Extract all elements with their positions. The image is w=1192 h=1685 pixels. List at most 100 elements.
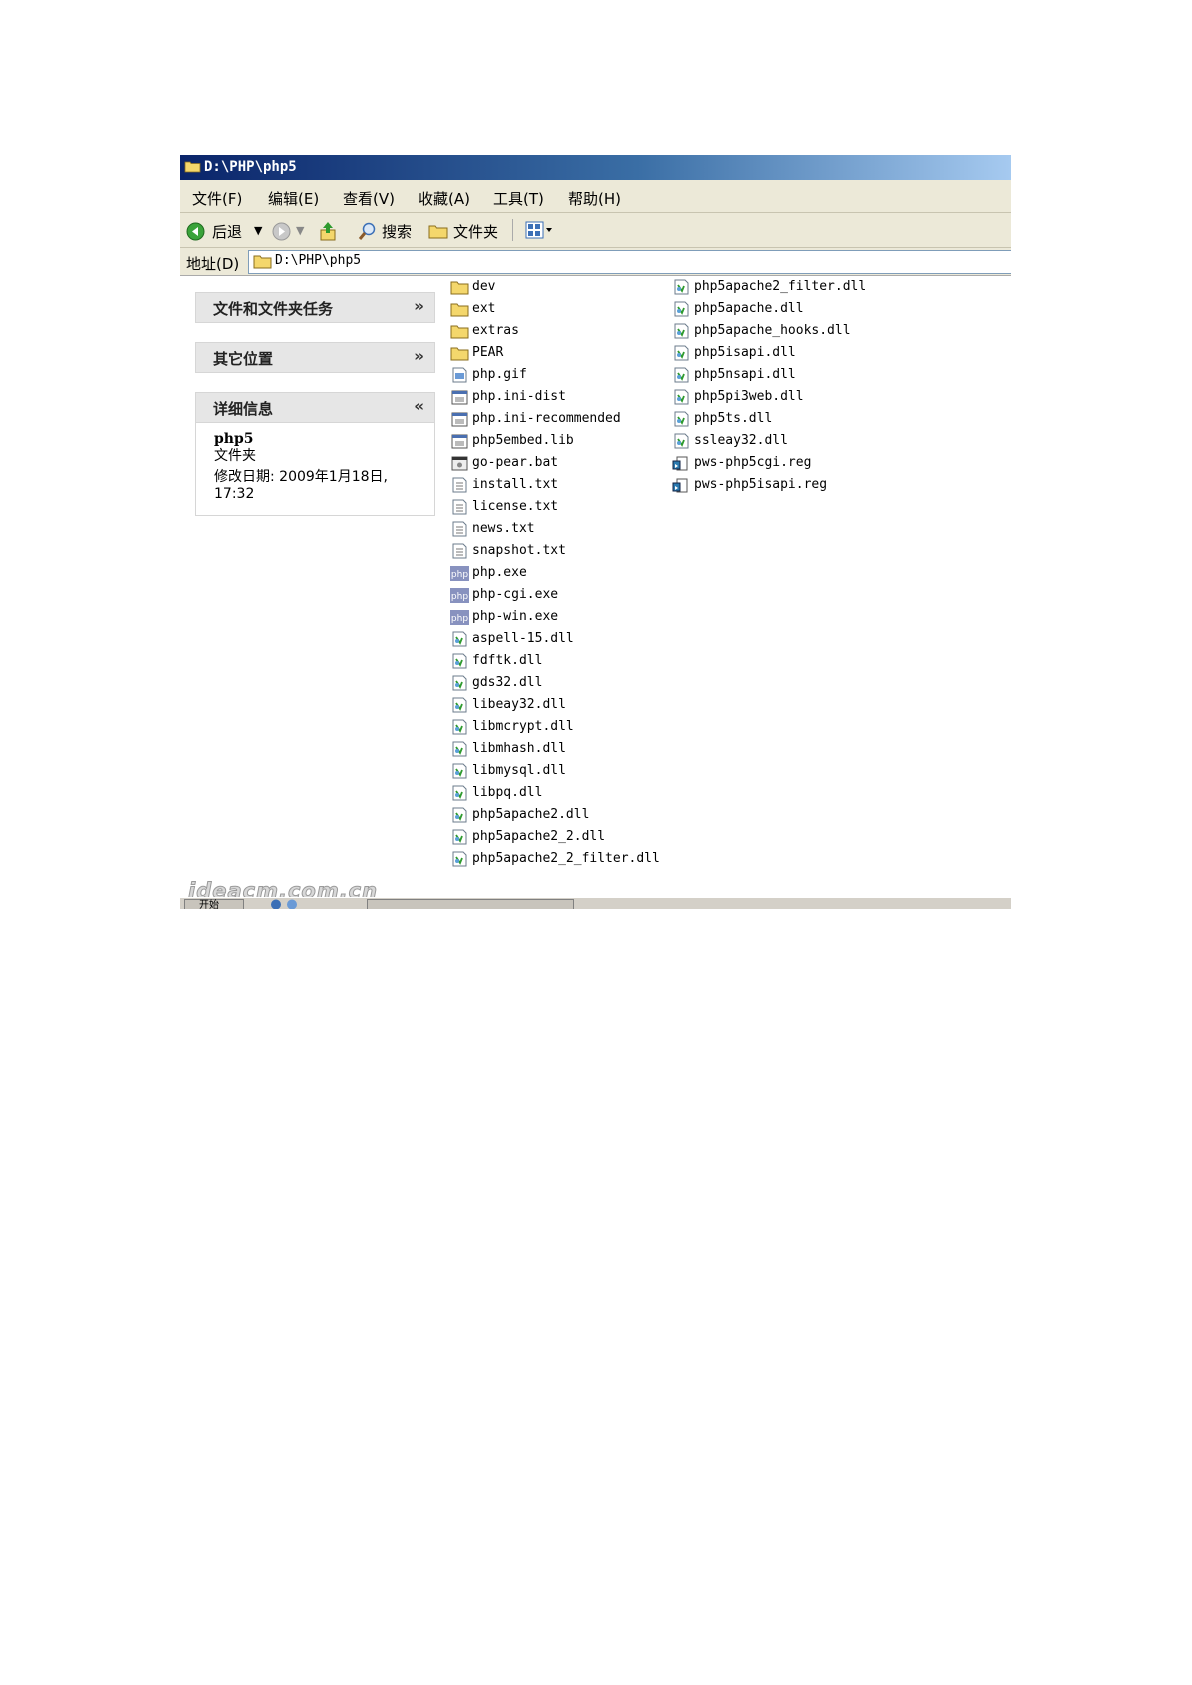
file-view: 文件和文件夹任务 » 其它位置 » 详细信息 « php5 文件夹 修改日期: 200… xyxy=(180,276,1011,897)
menu-file[interactable]: 文件(F) xyxy=(192,188,242,209)
file-name: php-win.exe xyxy=(472,609,559,624)
dll-file-icon xyxy=(674,301,689,317)
svg-text:php: php xyxy=(451,592,468,602)
file-name: php5isapi.dll xyxy=(694,345,796,360)
panel-title: 文件和文件夹任务 xyxy=(213,300,334,318)
details-modified-value: 2009年1月18日, xyxy=(279,469,388,485)
dll-file-icon xyxy=(674,323,689,339)
start-label: 开始 xyxy=(199,900,219,909)
file-name: snapshot.txt xyxy=(472,543,566,558)
file-name: go-pear.bat xyxy=(472,455,559,470)
file-name: php.gif xyxy=(472,367,527,382)
panel-title: 详细信息 xyxy=(213,400,274,418)
dll-file-icon xyxy=(452,741,467,757)
php-exe-icon: php xyxy=(450,588,469,603)
settings-file-icon xyxy=(451,412,468,427)
file-name: ssleay32.dll xyxy=(694,433,788,448)
registry-file-icon xyxy=(672,478,688,493)
file-name: php-cgi.exe xyxy=(472,587,559,602)
file-name: php5apache2.dll xyxy=(472,807,590,822)
svg-text:php: php xyxy=(451,614,468,624)
chevron-up-icon[interactable]: « xyxy=(414,397,424,415)
menu-help[interactable]: 帮助(H) xyxy=(568,188,621,209)
file-name: news.txt xyxy=(472,521,535,536)
panel-file-tasks[interactable]: 文件和文件夹任务 » xyxy=(195,292,435,323)
details-body: php5 文件夹 修改日期: 2009年1月18日, 17:32 xyxy=(195,423,435,516)
explorer-window: D:\PHP\php5 文件(F) 编辑(E) 查看(V) 收藏(A) 工具(T… xyxy=(180,155,1011,909)
folders-button[interactable]: 文件夹 xyxy=(453,221,498,242)
php-exe-icon: php xyxy=(450,610,469,625)
back-button[interactable]: 后退 xyxy=(212,221,242,242)
file-name: libmhash.dll xyxy=(472,741,566,756)
details-modified-label: 修改日期: xyxy=(214,469,275,485)
folder-icon xyxy=(450,303,469,317)
folders-icon xyxy=(428,225,448,239)
views-icon[interactable] xyxy=(525,221,553,239)
desktop-icon[interactable] xyxy=(286,899,298,909)
menu-tools[interactable]: 工具(T) xyxy=(493,188,544,209)
back-dropdown-arrow-icon[interactable]: ▼ xyxy=(254,224,262,237)
folder-icon xyxy=(450,281,469,295)
dll-file-icon xyxy=(674,279,689,295)
menu-view[interactable]: 查看(V) xyxy=(343,188,395,209)
title-bar[interactable]: D:\PHP\php5 xyxy=(180,155,1011,180)
address-label: 地址(D) xyxy=(186,255,240,273)
dll-file-icon xyxy=(452,763,467,779)
forward-dropdown-arrow-icon[interactable]: ▼ xyxy=(296,224,304,237)
folder-icon xyxy=(450,325,469,339)
back-arrow-icon xyxy=(186,222,205,241)
details-type: 文件夹 xyxy=(214,448,256,464)
folder-icon xyxy=(184,161,201,173)
folder-icon xyxy=(253,255,272,269)
settings-file-icon xyxy=(451,390,468,405)
file-name: php5nsapi.dll xyxy=(694,367,796,382)
toolbar: 后退 ▼ ▼ 搜索 文件夹 xyxy=(180,213,1011,248)
search-button[interactable]: 搜索 xyxy=(382,221,412,242)
address-input[interactable]: D:\PHP\php5 xyxy=(248,250,1011,274)
dll-file-icon xyxy=(674,367,689,383)
file-name: fdftk.dll xyxy=(472,653,543,668)
batch-file-icon xyxy=(451,456,468,471)
ie-icon[interactable] xyxy=(270,899,282,909)
menu-favorites[interactable]: 收藏(A) xyxy=(418,188,470,209)
dll-file-icon xyxy=(452,851,467,867)
menu-edit[interactable]: 编辑(E) xyxy=(268,188,319,209)
panel-other-places[interactable]: 其它位置 » xyxy=(195,342,435,373)
dll-file-icon xyxy=(452,631,467,647)
taskbar: 开始 xyxy=(180,897,1011,909)
forward-arrow-icon[interactable] xyxy=(272,222,291,241)
file-name: pws-php5isapi.reg xyxy=(694,477,828,492)
menu-bar: 文件(F) 编辑(E) 查看(V) 收藏(A) 工具(T) 帮助(H) xyxy=(180,180,1011,213)
file-name: php5embed.lib xyxy=(472,433,574,448)
taskbar-window-button[interactable] xyxy=(367,899,574,909)
chevron-down-icon[interactable]: » xyxy=(414,297,424,315)
registry-file-icon xyxy=(672,456,688,471)
settings-file-icon xyxy=(451,434,468,449)
image-file-icon xyxy=(452,367,467,383)
file-name: php.exe xyxy=(472,565,527,580)
details-name: php5 xyxy=(214,431,254,447)
php-exe-icon: php xyxy=(450,566,469,581)
file-name: libpq.dll xyxy=(472,785,543,800)
dll-file-icon xyxy=(452,719,467,735)
panel-details[interactable]: 详细信息 « php5 文件夹 修改日期: 2009年1月18日, 17:32 xyxy=(195,392,435,516)
file-name: php5ts.dll xyxy=(694,411,773,426)
dll-file-icon xyxy=(452,653,467,669)
file-name: php5apache2_2_filter.dll xyxy=(472,851,660,866)
file-name: php5apache2_2.dll xyxy=(472,829,606,844)
folder-icon xyxy=(450,347,469,361)
dll-file-icon xyxy=(452,697,467,713)
chevron-down-icon[interactable]: » xyxy=(414,347,424,365)
start-button[interactable]: 开始 xyxy=(184,899,244,909)
file-name: php5apache_hooks.dll xyxy=(694,323,851,338)
window-title: D:\PHP\php5 xyxy=(204,159,297,175)
up-folder-icon[interactable] xyxy=(318,220,338,242)
text-file-icon xyxy=(452,543,467,559)
file-name: aspell-15.dll xyxy=(472,631,574,646)
file-name: php5apache2_filter.dll xyxy=(694,279,867,294)
dll-file-icon xyxy=(452,785,467,801)
file-name: php5pi3web.dll xyxy=(694,389,804,404)
file-name: pws-php5cgi.reg xyxy=(694,455,812,470)
svg-text:php: php xyxy=(451,570,468,580)
details-modified-time: 17:32 xyxy=(214,486,255,502)
